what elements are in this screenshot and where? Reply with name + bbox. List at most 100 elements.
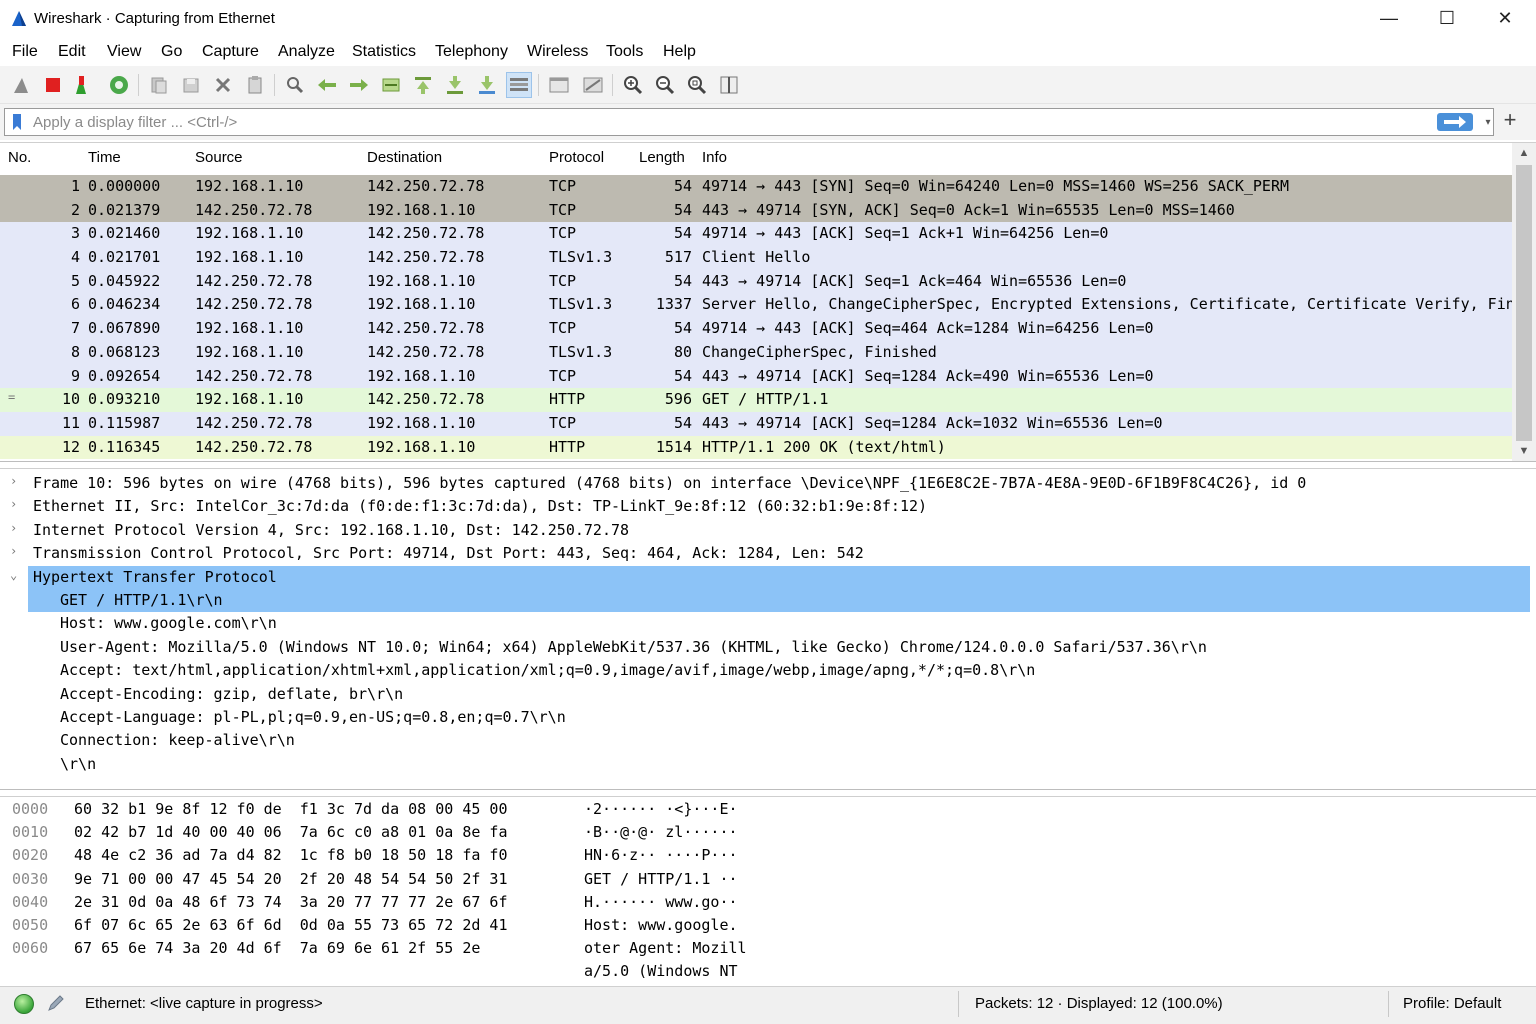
column-header-no[interactable]: No. <box>8 149 31 166</box>
hex-row[interactable]: 0050 6f 07 6c 65 2e 63 6f 6d 0d 0a 55 73 … <box>0 916 1536 939</box>
open-file-icon[interactable] <box>146 72 172 98</box>
find-packet-icon[interactable] <box>282 72 308 98</box>
packet-row[interactable]: 8 0.068123 192.168.1.10 142.250.72.78 TLSv1.… <box>0 340 1512 365</box>
display-filter-input[interactable] <box>33 109 1423 135</box>
go-first-icon[interactable] <box>410 72 436 98</box>
maximize-button[interactable]: ☐ <box>1418 0 1476 36</box>
detail-field[interactable]: \r\n <box>0 753 1536 776</box>
column-header-protocol[interactable]: Protocol <box>549 149 604 166</box>
expand-arrow-icon[interactable]: › <box>10 474 22 488</box>
column-header-length[interactable]: Length <box>639 149 685 166</box>
minimize-button[interactable]: — <box>1360 0 1418 36</box>
detail-tree-node[interactable]: › Transmission Control Protocol, Src Port… <box>0 542 1536 565</box>
scroll-up-icon[interactable]: ▲ <box>1512 143 1536 163</box>
arrow-right-icon[interactable] <box>1437 113 1473 131</box>
detail-text: Transmission Control Protocol, Src Port:… <box>33 544 864 563</box>
packet-length: 517 <box>664 248 692 267</box>
go-back-icon[interactable] <box>314 72 340 98</box>
close-file-icon[interactable] <box>210 72 236 98</box>
shark-fin-start-icon[interactable] <box>8 72 34 98</box>
menu-file[interactable]: File <box>12 43 38 61</box>
resize-columns-icon[interactable] <box>716 72 742 98</box>
close-button[interactable]: ✕ <box>1476 0 1534 36</box>
menu-telephony[interactable]: Telephony <box>435 43 508 61</box>
detail-tree-node[interactable]: › Ethernet II, Src: IntelCor_3c:7d:da (f0… <box>0 495 1536 518</box>
detail-field[interactable]: Connection: keep-alive\r\n <box>0 729 1536 752</box>
packet-details-tree: › Frame 10: 596 bytes on wire (4768 bits)… <box>0 468 1536 790</box>
detail-tree-node[interactable]: › Internet Protocol Version 4, Src: 192.1… <box>0 519 1536 542</box>
hex-row[interactable]: 0000 60 32 b1 9e 8f 12 f0 de f1 3c 7d da … <box>0 800 1536 823</box>
menu-help[interactable]: Help <box>663 43 696 61</box>
menu-view[interactable]: View <box>107 43 141 61</box>
menu-wireless[interactable]: Wireless <box>527 43 588 61</box>
hex-row[interactable]: a/5.0 (Windows NT <box>0 962 1536 985</box>
detail-field[interactable]: GET / HTTP/1.1\r\n <box>0 589 1536 612</box>
detail-field[interactable]: Host: www.google.com\r\n <box>0 612 1536 635</box>
column-header-time[interactable]: Time <box>88 149 121 166</box>
colorize-icon[interactable] <box>506 72 532 98</box>
resize-layout-icon[interactable] <box>580 72 606 98</box>
status-profile[interactable]: Profile: Default <box>1403 995 1501 1012</box>
capture-status-led-icon[interactable] <box>14 994 34 1014</box>
go-last-icon[interactable] <box>442 72 468 98</box>
edit-comment-icon[interactable] <box>46 993 66 1013</box>
packet-list-scrollbar[interactable]: ▲ ▼ <box>1512 143 1536 461</box>
auto-resize-icon[interactable] <box>546 72 572 98</box>
menu-go[interactable]: Go <box>161 43 182 61</box>
save-file-icon[interactable] <box>178 72 204 98</box>
packet-row[interactable]: 7 0.067890 192.168.1.10 142.250.72.78 TCP 54 4… <box>0 317 1512 341</box>
packet-row[interactable]: 12 0.116345 142.250.72.78 192.168.1.10 HTTP 1… <box>0 435 1512 460</box>
add-filter-button[interactable]: + <box>1500 109 1520 132</box>
packet-row[interactable]: 6 0.046234 142.250.72.78 192.168.1.10 TLSv1.… <box>0 293 1512 318</box>
restart-icon[interactable] <box>68 72 94 98</box>
column-header-info[interactable]: Info <box>702 149 727 166</box>
menu-statistics[interactable]: Statistics <box>352 43 416 61</box>
expand-arrow-icon[interactable]: › <box>10 497 22 511</box>
scroll-down-icon[interactable]: ▼ <box>1512 441 1536 461</box>
zoom-out-icon[interactable] <box>652 72 678 98</box>
detail-field[interactable]: Accept-Encoding: gzip, deflate, br\r\n <box>0 683 1536 706</box>
packet-source: 142.250.72.78 <box>195 200 313 219</box>
detail-tree-node[interactable]: › Frame 10: 596 bytes on wire (4768 bits)… <box>0 472 1536 495</box>
hex-row[interactable]: 0010 02 42 b7 1d 40 00 40 06 7a 6c c0 a8 … <box>0 823 1536 846</box>
go-to-packet-icon[interactable] <box>378 72 404 98</box>
packet-row[interactable]: 4 0.021701 192.168.1.10 142.250.72.78 TLSv1.… <box>0 246 1512 270</box>
menu-analyze[interactable]: Analyze <box>278 43 335 61</box>
hex-row[interactable]: 0040 2e 31 0d 0a 48 6f 73 74 3a 20 77 77 … <box>0 893 1536 916</box>
capture-options-icon[interactable] <box>106 72 132 98</box>
menu-capture[interactable]: Capture <box>202 43 259 61</box>
collapse-arrow-icon[interactable]: ⌄ <box>10 568 22 582</box>
column-header-destination[interactable]: Destination <box>367 149 442 166</box>
expand-arrow-icon[interactable]: › <box>10 544 22 558</box>
filter-history-dropdown[interactable]: ▾ <box>1481 113 1495 131</box>
packet-row[interactable]: 5 0.045922 142.250.72.78 192.168.1.10 TCP 54 4… <box>0 269 1512 294</box>
reload-file-icon[interactable] <box>242 72 268 98</box>
menu-tools[interactable]: Tools <box>606 43 643 61</box>
normal-size-icon[interactable] <box>684 72 710 98</box>
stop-square-icon[interactable] <box>40 72 66 98</box>
packet-row[interactable]: 1 0.000000 192.168.1.10 142.250.72.78 TCP 54 4… <box>0 175 1512 199</box>
hex-row[interactable]: 0030 9e 71 00 00 47 45 54 20 2f 20 48 54 … <box>0 870 1536 893</box>
packet-protocol: HTTP <box>549 437 586 456</box>
expand-arrow-icon[interactable]: › <box>10 521 22 535</box>
detail-tree-node[interactable]: ⌄ Hypertext Transfer Protocol <box>0 566 1536 589</box>
bookmark-icon[interactable] <box>11 113 23 131</box>
detail-field[interactable]: Accept-Language: pl-PL,pl;q=0.9,en-US;q=… <box>0 706 1536 729</box>
packet-row[interactable]: = 10 0.093210 192.168.1.10 142.250.72.78 HTTP… <box>0 388 1512 412</box>
detail-field[interactable]: Accept: text/html,application/xhtml+xml,… <box>0 659 1536 682</box>
autoscroll-icon[interactable] <box>474 72 500 98</box>
packet-row[interactable]: 2 0.021379 142.250.72.78 192.168.1.10 TCP 54 4… <box>0 198 1512 223</box>
go-forward-icon[interactable] <box>346 72 372 98</box>
packet-row[interactable]: 9 0.092654 142.250.72.78 192.168.1.10 TCP 54 4… <box>0 364 1512 389</box>
packet-row[interactable]: 3 0.021460 192.168.1.10 142.250.72.78 TCP 54 4… <box>0 222 1512 247</box>
packet-protocol: TCP <box>549 366 577 385</box>
packet-no: 3 <box>70 224 80 243</box>
column-header-source[interactable]: Source <box>195 149 243 166</box>
zoom-in-icon[interactable] <box>620 72 646 98</box>
hex-row[interactable]: 0020 48 4e c2 36 ad 7a d4 82 1c f8 b0 18 … <box>0 846 1536 869</box>
scrollbar-thumb[interactable] <box>1516 165 1532 441</box>
hex-row[interactable]: 0060 67 65 6e 74 3a 20 4d 6f 7a 69 6e 61 … <box>0 939 1536 962</box>
packet-row[interactable]: 11 0.115987 142.250.72.78 192.168.1.10 TCP 54… <box>0 411 1512 436</box>
detail-field[interactable]: User-Agent: Mozilla/5.0 (Windows NT 10.0… <box>0 636 1536 659</box>
menu-edit[interactable]: Edit <box>58 43 86 61</box>
